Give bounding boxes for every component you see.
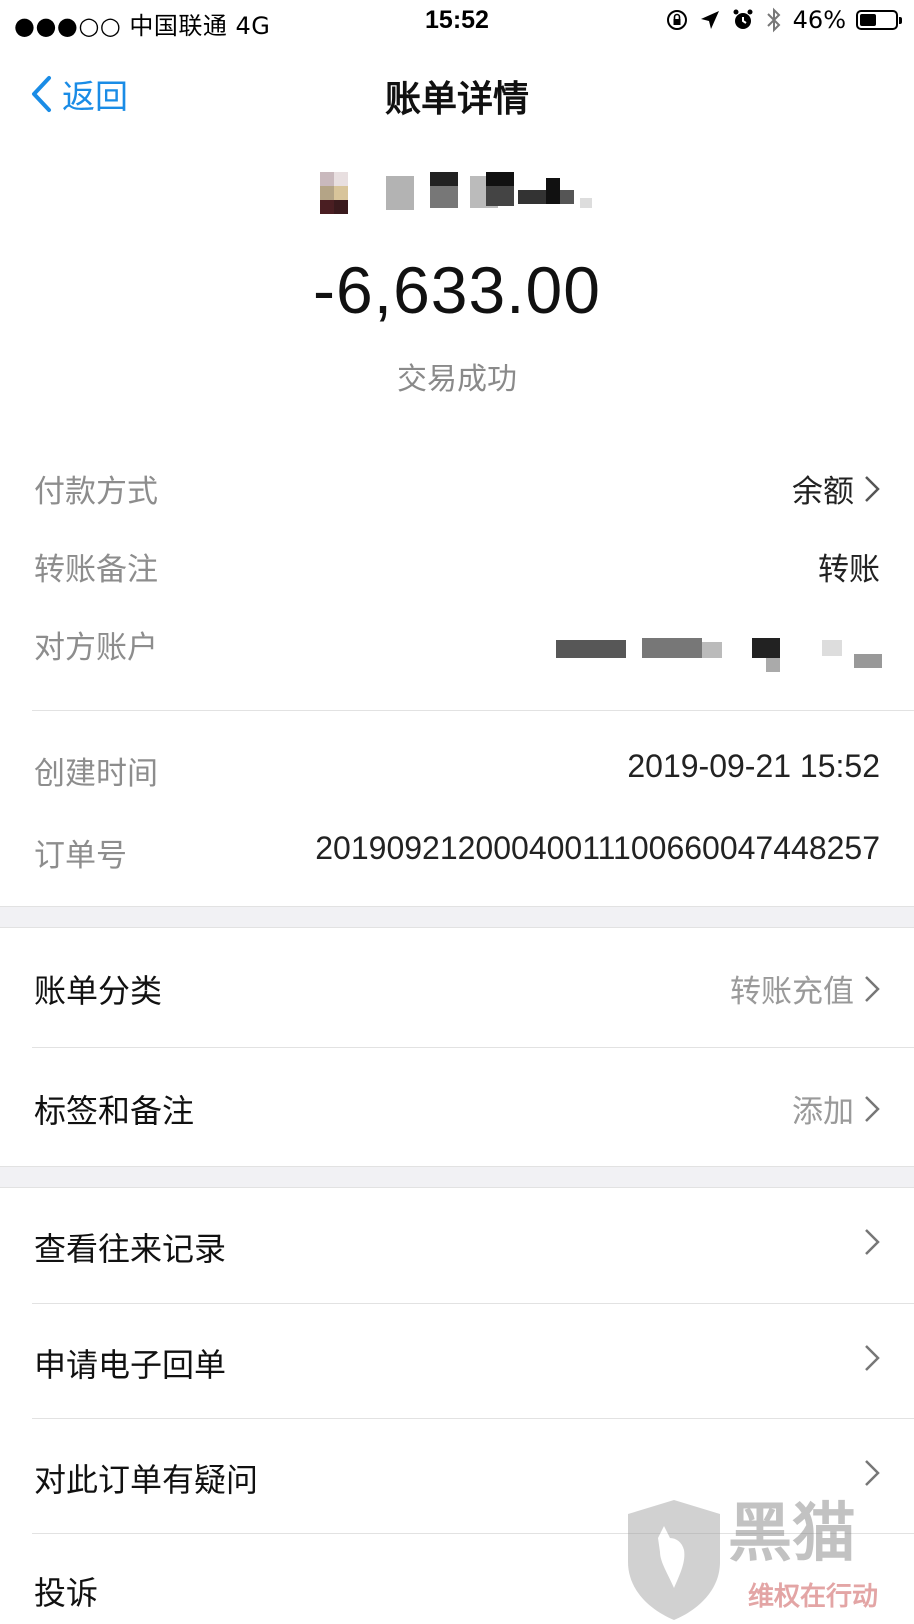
section-separator (0, 1166, 914, 1188)
shield-cat-icon (628, 1500, 720, 1620)
complaint-label: 投诉 (34, 1574, 99, 1612)
status-bar: ●●●○○ 中国联通 4G 15:52 46% (0, 0, 914, 46)
e-receipt-label: 申请电子回单 (34, 1346, 227, 1384)
transaction-status: 交易成功 (397, 362, 517, 397)
transfer-note-value: 转账 (818, 552, 880, 588)
bill-category-row[interactable]: 账单分类 转账充值 (0, 928, 914, 1046)
chevron-right-icon (865, 1460, 880, 1486)
counterparty-account-redacted (556, 628, 882, 672)
created-time-value: 2019-09-21 15:52 (627, 748, 880, 784)
view-history-label: 查看往来记录 (34, 1230, 227, 1268)
transaction-amount: -6,633.00 (313, 253, 601, 327)
pay-method-text: 余额 (792, 474, 854, 510)
chevron-right-icon (865, 1095, 880, 1122)
rotation-lock-icon (666, 10, 687, 30)
battery-icon (856, 10, 902, 30)
page-title: 账单详情 (384, 79, 529, 120)
bill-category-label: 账单分类 (34, 972, 163, 1010)
order-question-label: 对此订单有疑问 (34, 1461, 259, 1499)
location-arrow-icon (700, 11, 719, 29)
pay-method-value[interactable]: 余额 (792, 466, 880, 511)
section-separator (0, 906, 914, 928)
tags-notes-value: 添加 (792, 1094, 854, 1130)
tags-notes-value-wrap: 添加 (792, 1086, 880, 1131)
order-number-value: 20190921200040011100660047448257 (315, 830, 880, 866)
bluetooth-icon (766, 7, 781, 33)
chevron-right-icon (865, 1229, 880, 1255)
order-number-label: 订单号 (34, 838, 127, 874)
chevron-right-icon (865, 1345, 880, 1371)
chevron-right-icon (865, 475, 880, 502)
battery-percent: 46% (792, 6, 846, 34)
nav-bar: 返回 账单详情 (0, 60, 914, 130)
divider (32, 710, 914, 711)
pay-method-label: 付款方式 (34, 474, 158, 510)
payee-name-redacted (320, 172, 610, 220)
tags-notes-label: 标签和备注 (34, 1092, 195, 1130)
counterparty-label: 对方账户 (34, 630, 158, 666)
watermark-logo: 黑猫 维权在行动 (624, 1496, 894, 1624)
bill-category-value: 转账充值 (730, 974, 854, 1010)
chevron-right-icon (865, 975, 880, 1002)
tags-notes-row[interactable]: 标签和备注 添加 (0, 1048, 914, 1166)
alarm-icon (733, 9, 753, 29)
watermark-subtext: 维权在行动 (748, 1582, 879, 1612)
e-receipt-row[interactable]: 申请电子回单 (0, 1304, 914, 1418)
transfer-note-label: 转账备注 (34, 552, 158, 588)
status-icons: 46% (665, 6, 902, 34)
watermark-text: 黑猫 (728, 1497, 856, 1571)
view-history-row[interactable]: 查看往来记录 (0, 1188, 914, 1303)
created-time-label: 创建时间 (34, 756, 158, 792)
bill-category-value-wrap: 转账充值 (730, 966, 880, 1011)
